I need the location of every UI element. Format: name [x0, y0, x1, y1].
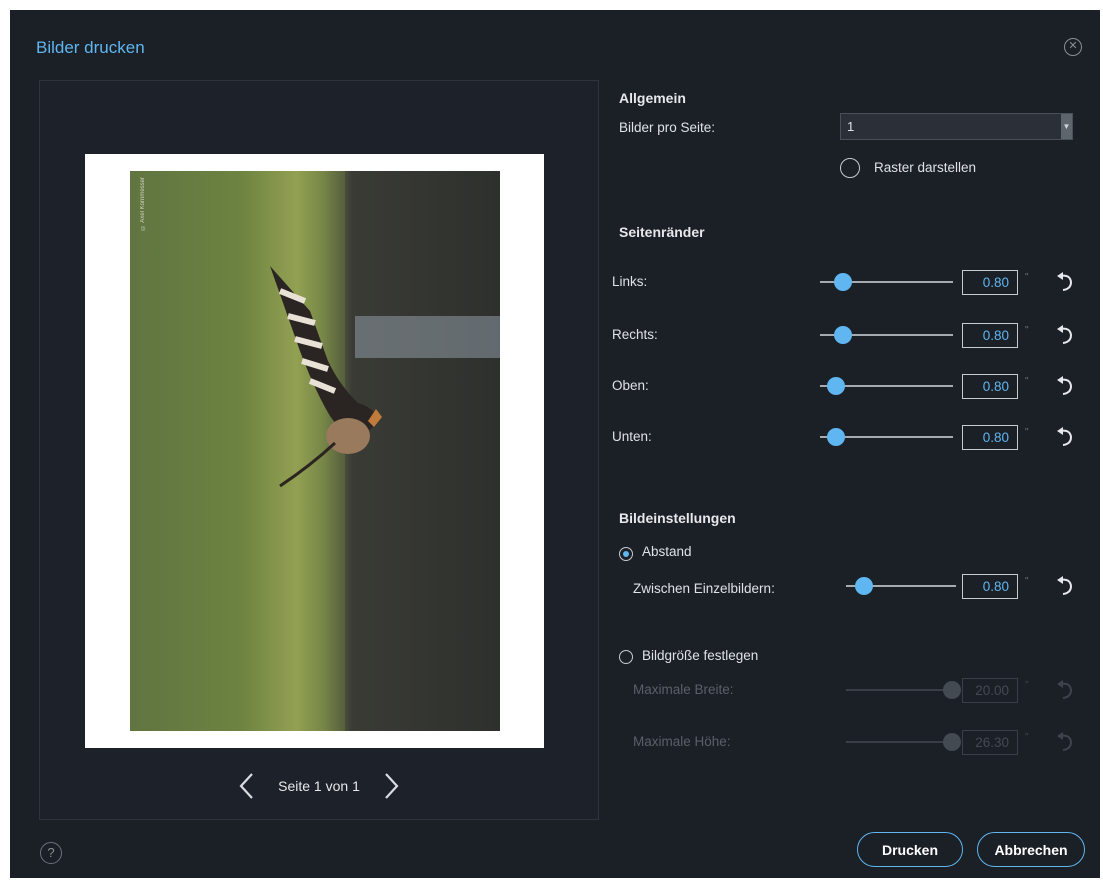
between-images-input[interactable]: 0.80 — [962, 574, 1018, 599]
margin-slider[interactable] — [820, 325, 953, 345]
close-icon[interactable]: ✕ — [1064, 38, 1082, 56]
reset-icon[interactable] — [1054, 324, 1078, 348]
print-preview-panel: © Axel Kornmesser Seite 1 von 1 — [39, 80, 599, 820]
margin-slider[interactable] — [820, 376, 953, 396]
slider-thumb — [943, 733, 961, 751]
margin-input[interactable]: 0.80 — [962, 323, 1018, 348]
unit-label: " — [1025, 427, 1029, 438]
images-per-page-label: Bilder pro Seite: — [619, 120, 716, 135]
margin-input[interactable]: 0.80 — [962, 374, 1018, 399]
dropdown-arrow-icon[interactable]: ▼ — [1061, 114, 1072, 139]
between-images-slider[interactable] — [846, 576, 956, 596]
reset-icon[interactable] — [1054, 426, 1078, 450]
unit-label: " — [1025, 272, 1029, 283]
spacing-radio[interactable] — [619, 547, 633, 561]
between-images-label: Zwischen Einzelbildern: — [633, 581, 775, 596]
margin-label: Oben: — [612, 378, 649, 393]
max-width-slider — [846, 680, 961, 700]
reset-icon — [1054, 679, 1078, 703]
unit-label: " — [1025, 325, 1029, 336]
reset-icon — [1054, 731, 1078, 755]
reset-icon[interactable] — [1054, 271, 1078, 295]
print-button[interactable]: Drucken — [857, 832, 963, 867]
margin-input[interactable]: 0.80 — [962, 425, 1018, 450]
max-width-label: Maximale Breite: — [633, 682, 734, 697]
hoopoe-photo-art — [130, 171, 500, 731]
slider-thumb[interactable] — [827, 428, 845, 446]
unit-label: " — [1025, 576, 1029, 587]
chevron-left-icon[interactable] — [232, 771, 260, 801]
margin-label: Links: — [612, 274, 648, 289]
margin-label: Unten: — [612, 429, 652, 444]
slider-thumb[interactable] — [827, 377, 845, 395]
spacing-option-label: Abstand — [642, 544, 692, 559]
unit-label: " — [1025, 732, 1029, 743]
show-grid-label: Raster darstellen — [874, 160, 977, 175]
margin-slider[interactable] — [820, 272, 953, 292]
fixed-size-radio[interactable] — [619, 650, 633, 664]
photo-credit: © Axel Kornmesser — [140, 177, 146, 231]
reset-icon[interactable] — [1054, 575, 1078, 599]
margin-input[interactable]: 0.80 — [962, 270, 1018, 295]
show-grid-toggle[interactable] — [840, 158, 860, 178]
slider-thumb[interactable] — [834, 326, 852, 344]
images-per-page-value: 1 — [847, 119, 855, 134]
section-title-general: Allgemein — [619, 90, 686, 106]
max-height-slider — [846, 732, 961, 752]
images-per-page-select[interactable]: 1 ▼ — [840, 113, 1073, 140]
slider-thumb[interactable] — [834, 273, 852, 291]
chevron-right-icon[interactable] — [378, 771, 406, 801]
dialog-title: Bilder drucken — [36, 38, 145, 57]
margin-label: Rechts: — [612, 327, 658, 342]
max-height-label: Maximale Höhe: — [633, 734, 731, 749]
slider-thumb — [943, 681, 961, 699]
preview-page: © Axel Kornmesser — [85, 154, 544, 748]
help-icon[interactable]: ? — [40, 842, 62, 864]
max-height-input: 26.30 — [962, 730, 1018, 755]
unit-label: " — [1025, 680, 1029, 691]
fixed-size-option-label: Bildgröße festlegen — [642, 648, 759, 663]
unit-label: " — [1025, 376, 1029, 387]
slider-thumb[interactable] — [855, 577, 873, 595]
section-title-image-settings: Bildeinstellungen — [619, 510, 736, 526]
cancel-button[interactable]: Abbrechen — [977, 832, 1085, 867]
preview-photo: © Axel Kornmesser — [130, 171, 500, 731]
reset-icon[interactable] — [1054, 375, 1078, 399]
page-indicator: Seite 1 von 1 — [278, 778, 360, 794]
margin-slider[interactable] — [820, 427, 953, 447]
max-width-input: 20.00 — [962, 678, 1018, 703]
section-title-margins: Seitenränder — [619, 224, 705, 240]
page-navigation: Seite 1 von 1 — [40, 771, 598, 801]
print-dialog: Bilder drucken ✕ © Axel Kornmesser Seite… — [10, 10, 1100, 878]
